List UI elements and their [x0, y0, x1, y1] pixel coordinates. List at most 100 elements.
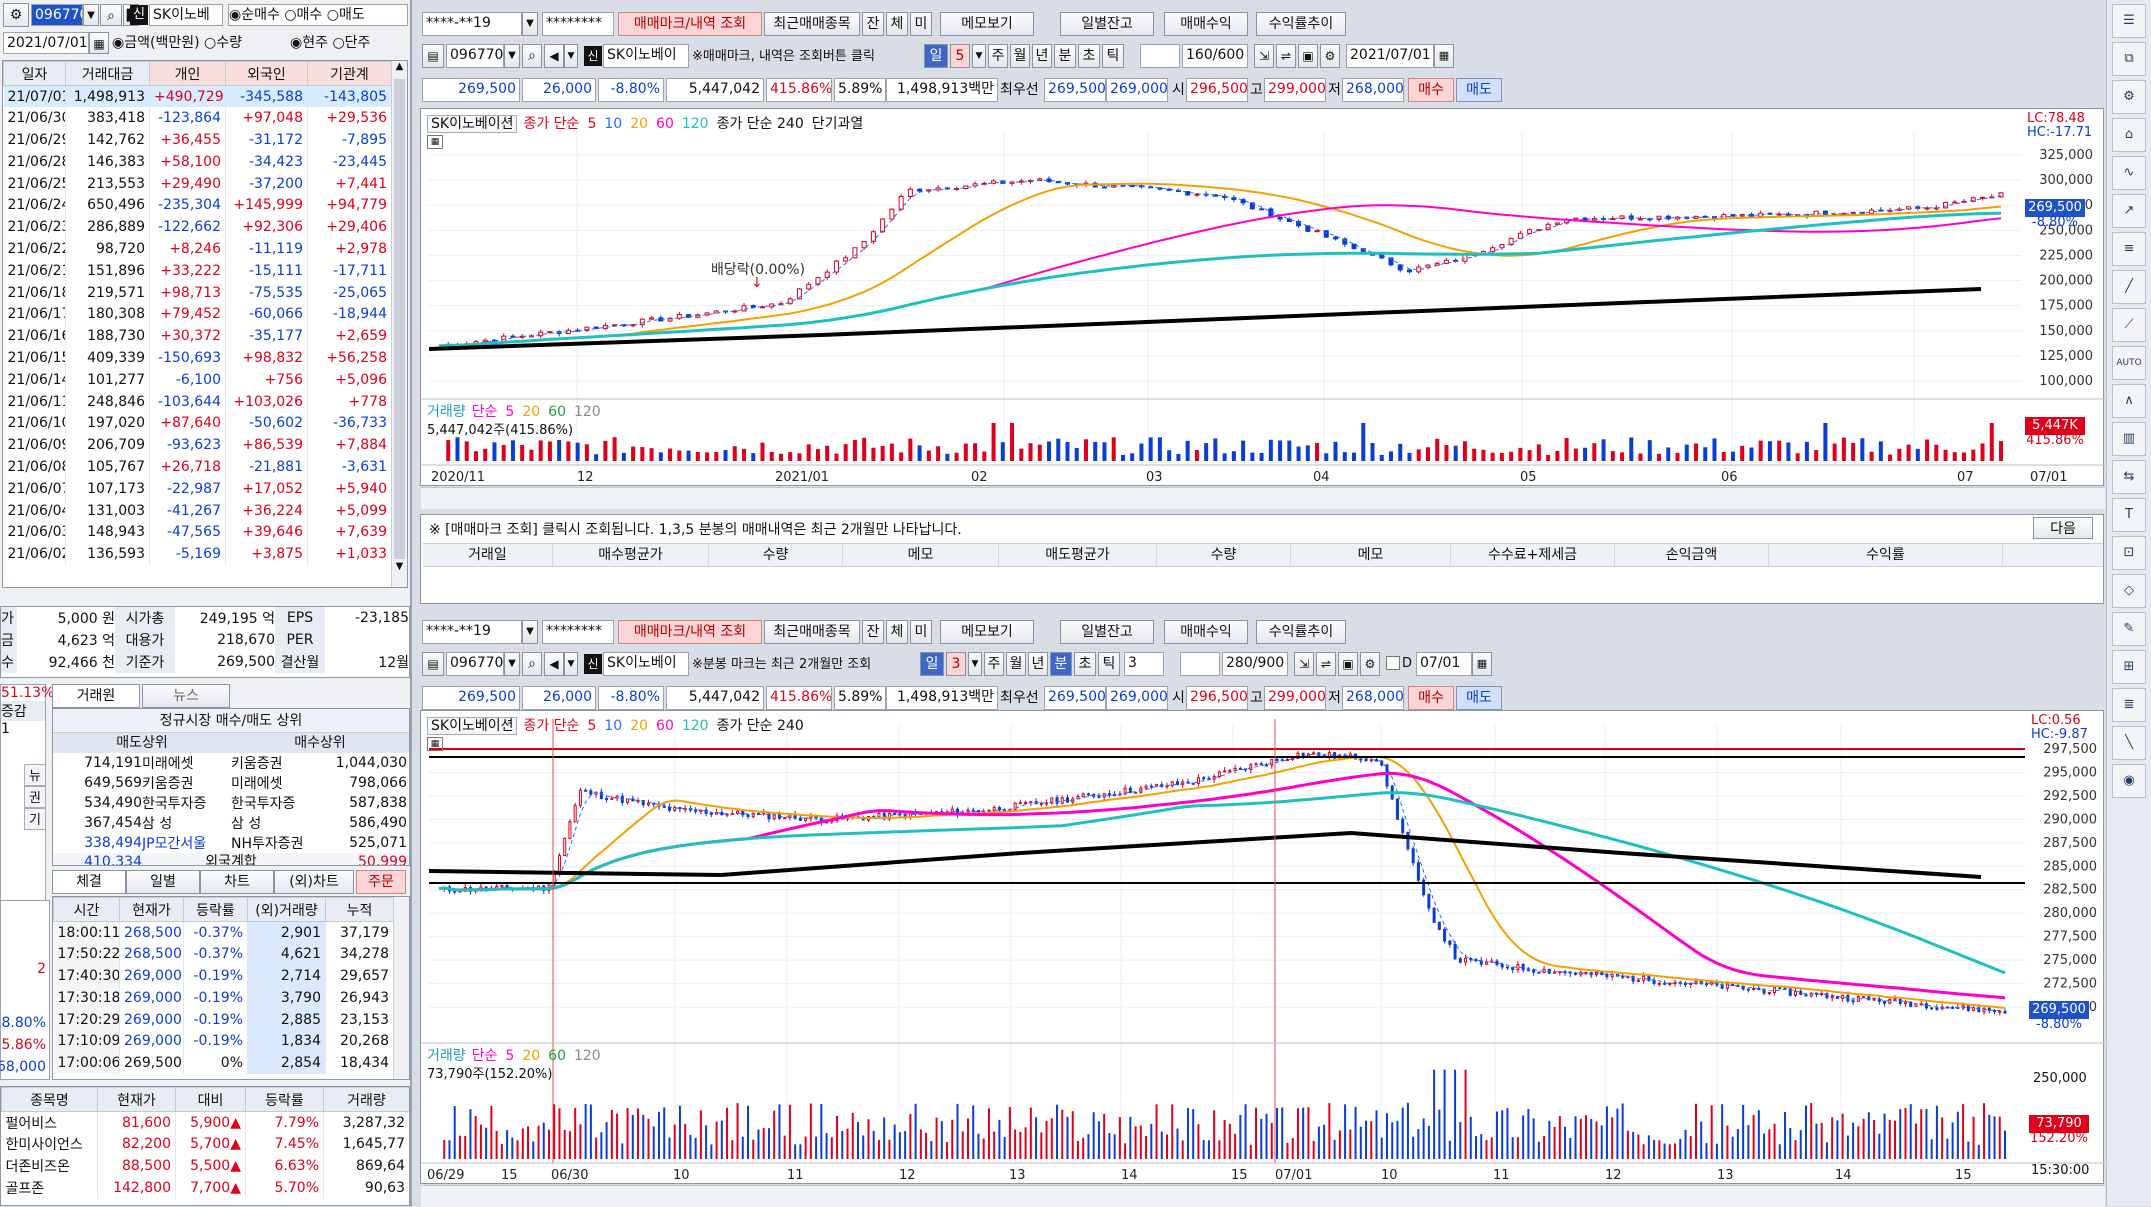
table-row[interactable]: 17:30:18 269,000 -0.19% 3,790 26,943 — [53, 986, 394, 1009]
right-tool-icon[interactable]: ◇ — [2112, 574, 2146, 608]
tab-news[interactable]: 뉴스 — [142, 684, 230, 708]
col-change[interactable]: 등락률 — [245, 1087, 324, 1112]
radio-group-unit[interactable]: ◉금액(백만원) ○수량 — [112, 32, 290, 54]
table-row[interactable]: 21/06/15 409,339 -150,693 +98,832 +56,258 — [3, 347, 392, 369]
table-row[interactable]: 21/06/08 105,767 +26,718 -21,881 -3,631 — [3, 456, 392, 478]
chart-scrollbar[interactable] — [421, 487, 2105, 509]
period-dropdown-icon[interactable]: ▼ — [968, 652, 982, 676]
sound-icon[interactable]: ◀ — [544, 652, 564, 676]
right-tool-icon[interactable]: ≡ — [2112, 232, 2146, 266]
balance-button[interactable]: 잔 — [862, 620, 884, 644]
right-tool-icon[interactable]: ∿ — [2112, 156, 2146, 190]
trade-col-header[interactable]: 수수료+제세금 — [1451, 544, 1615, 566]
table-row[interactable]: 21/06/14 101,277 -6,100 +756 +5,096 — [3, 368, 392, 391]
table-row[interactable]: 21/06/16 188,730 +30,372 -35,177 +2,659 — [3, 325, 392, 348]
buy-broker[interactable]: 미래에셋 — [231, 773, 320, 793]
right-tool-icon[interactable]: ↗ — [2112, 194, 2146, 228]
right-tool-icon[interactable]: ⟋ — [2112, 308, 2146, 342]
period-button-1[interactable]: 3 — [946, 652, 966, 676]
buy-broker[interactable]: 키움증권 — [231, 753, 320, 773]
right-tool-icon[interactable]: ≣ — [2112, 688, 2146, 722]
col-foreign[interactable]: 외국인 — [225, 61, 308, 86]
trade-col-header[interactable]: 손익금액 — [1615, 544, 1769, 566]
right-tool-icon[interactable]: ⧉ — [2112, 42, 2146, 76]
tab-trades[interactable]: 체결 — [52, 870, 126, 894]
period-button-2[interactable]: 주 — [984, 652, 1004, 676]
price-chart-svg[interactable]: 325,000300,000275,000250,000225,000200,0… — [421, 109, 2105, 487]
price-chart-svg[interactable]: 297,500 295,000 292,500 290,000 287,500 285,0… — [421, 711, 2105, 1185]
right-tool-icon[interactable]: ◉ — [2112, 764, 2146, 798]
executed-button[interactable]: 체 — [886, 12, 908, 36]
table-row[interactable]: 더존비즈온 88,500 5,500▲ 6.63% 869,64 — [1, 1155, 409, 1177]
trade-mark-button[interactable]: 매매마크/내역 조회 — [618, 12, 762, 36]
buy-button[interactable]: 매수 — [1408, 78, 1454, 102]
trade-col-header[interactable]: 수익률 — [1769, 544, 2003, 566]
table-row[interactable]: 21/06/23 286,889 -122,662 +92,306 +29,406 — [3, 216, 392, 239]
right-tool-icon[interactable]: ▥ — [2112, 422, 2146, 456]
table-row[interactable]: 21/06/24 650,496 -235,304 +145,999 +94,779 — [3, 194, 392, 217]
save-icon[interactable]: ▣ — [1298, 44, 1318, 68]
table-row[interactable]: 골프존 142,800 7,700▲ 5.70% 90,63 — [1, 1176, 409, 1199]
sell-button[interactable]: 매도 — [1456, 78, 1502, 102]
candle-count-select[interactable] — [1140, 44, 1180, 68]
recent-trades-button[interactable]: 최근매매종목 — [764, 620, 860, 644]
trade-mark-button[interactable]: 매매마크/내역 조회 — [618, 620, 762, 644]
table-row[interactable]: 21/06/07 107,173 -22,987 +17,052 +5,940 — [3, 477, 392, 500]
table-row[interactable]: 17:00:06 269,500 0% 2,854 18,434 — [53, 1052, 394, 1075]
trade-col-header[interactable]: 메모 — [1291, 544, 1451, 566]
radio-sell[interactable]: ○매도 — [327, 7, 365, 23]
sell-broker[interactable]: 삼 성 — [142, 813, 231, 833]
stock-code-input[interactable]: 096770 — [31, 4, 83, 26]
table-row[interactable]: 21/06/17 180,308 +79,452 -60,066 -18,944 — [3, 303, 392, 326]
table-row[interactable]: 21/06/11 248,846 -103,644 +103,026 +778 — [3, 390, 392, 413]
trade-col-header[interactable]: 메모 — [843, 544, 999, 566]
candle-count-select[interactable] — [1180, 652, 1220, 676]
radio-amount[interactable]: ◉금액(백만원) — [112, 35, 200, 51]
calendar-icon[interactable]: ▦ — [1434, 44, 1454, 68]
table-row[interactable]: 21/06/18 219,571 +98,713 -75,535 -25,065 — [3, 281, 392, 304]
chart-options-icon[interactable]: ▦ — [427, 135, 443, 149]
side-tab-other[interactable]: 기 — [24, 808, 46, 830]
info-key[interactable]: 결산월 — [275, 651, 325, 673]
side-tab-news[interactable]: 뉴 — [24, 764, 46, 786]
right-tool-icon[interactable]: ⚙ — [2112, 80, 2146, 114]
col-individual[interactable]: 개인 — [149, 61, 226, 86]
password-input[interactable]: ******** — [542, 12, 614, 36]
checkbox-d[interactable] — [1386, 656, 1400, 670]
right-tool-icon[interactable]: ⊞ — [2112, 650, 2146, 684]
right-tool-icon[interactable]: ☰ — [2112, 4, 2146, 38]
daily-balance-button[interactable]: 일별잔고 — [1060, 12, 1154, 36]
tool-b-icon[interactable]: ⇌ — [1316, 652, 1336, 676]
sell-broker[interactable]: 미래에셋 — [142, 753, 231, 773]
executed-button[interactable]: 체 — [886, 620, 908, 644]
tab-foreign-chart[interactable]: (외)차트 — [274, 870, 354, 894]
code-dropdown-icon[interactable]: ▼ — [504, 652, 520, 676]
tick-scrollbar[interactable] — [393, 897, 409, 1079]
col-current[interactable]: 현재가 — [97, 1087, 176, 1112]
info-key[interactable]: PER — [275, 629, 325, 651]
chart-area[interactable]: 297,500 295,000 292,500 290,000 287,500 285,0… — [420, 710, 2105, 1207]
calendar-icon[interactable]: ▦ — [89, 32, 109, 54]
period-button-1[interactable]: 5 — [950, 44, 970, 68]
trade-col-header[interactable]: 매수평균가 — [553, 544, 709, 566]
buy-broker[interactable]: 삼 성 — [231, 813, 320, 833]
period-button-3[interactable]: 월 — [1010, 44, 1030, 68]
search-icon[interactable]: ⌕ — [100, 4, 122, 26]
tab-order[interactable]: 주문 — [356, 870, 406, 894]
memo-view-button[interactable]: 메모보기 — [940, 12, 1034, 36]
chart-scrollbar[interactable] — [421, 1185, 2105, 1207]
profit-trend-button[interactable]: 수익률추이 — [1256, 620, 1346, 644]
settings-button[interactable]: ⚙ — [3, 3, 29, 27]
table-row[interactable]: 21/06/21 151,896 +33,222 -15,111 -17,711 — [3, 259, 392, 282]
col-diff[interactable]: 대비 — [175, 1087, 246, 1112]
trade-profit-button[interactable]: 매매수익 — [1164, 620, 1248, 644]
period-button-6[interactable]: 초 — [1078, 44, 1100, 68]
tool-b-icon[interactable]: ⇌ — [1276, 44, 1296, 68]
period-button-3[interactable]: 월 — [1006, 652, 1026, 676]
right-tool-icon[interactable]: ╲ — [2112, 726, 2146, 760]
period-button-4[interactable]: 년 — [1032, 44, 1052, 68]
table-row[interactable]: 21/07/01 1,498,913 +490,729 -345,588 -143,80… — [3, 85, 392, 108]
right-tool-icon[interactable]: ⇆ — [2112, 460, 2146, 494]
trade-col-header[interactable]: 거래일 — [423, 544, 553, 566]
code-input[interactable]: 096770 — [446, 652, 504, 676]
